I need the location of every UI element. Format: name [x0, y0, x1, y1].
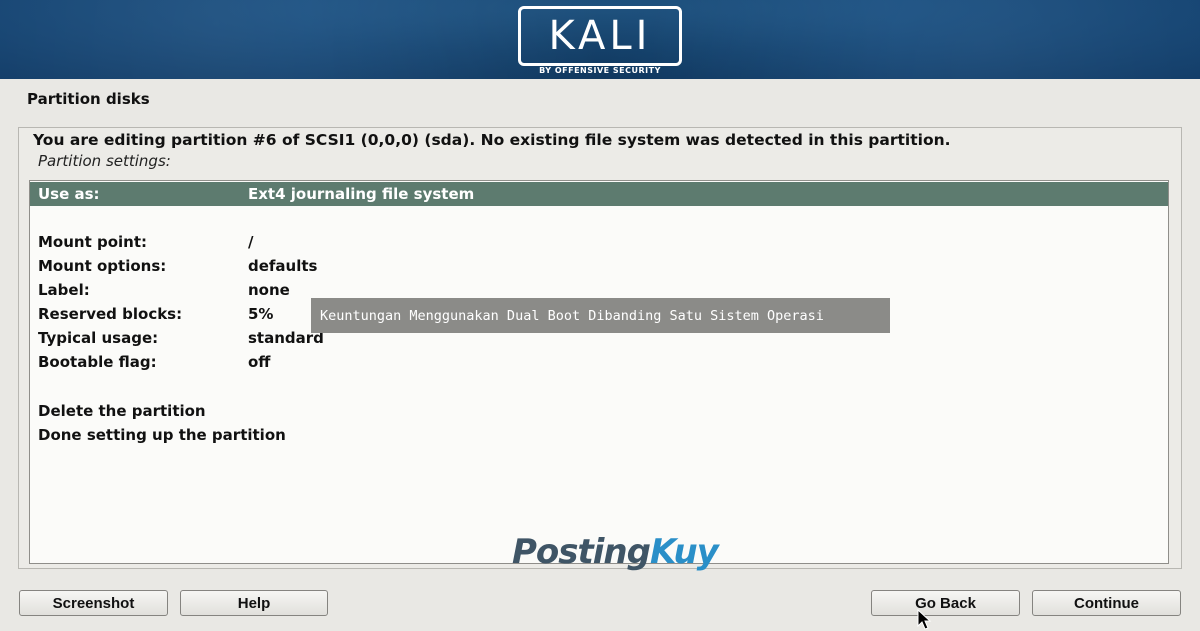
setting-key: Use as:	[38, 185, 100, 203]
list-item-mount-point[interactable]: Mount point: /	[30, 230, 1168, 254]
setting-key: Mount point:	[38, 233, 148, 251]
list-item-done-setting-up[interactable]: Done setting up the partition	[30, 423, 1168, 447]
watermark-part1: Posting	[512, 532, 651, 572]
partition-settings-label: Partition settings:	[38, 152, 171, 170]
help-button[interactable]: Help	[180, 590, 328, 616]
setting-value: 5%	[248, 305, 274, 323]
screenshot-button[interactable]: Screenshot	[19, 590, 168, 616]
setting-key: Typical usage:	[38, 329, 159, 347]
kali-logo-text: KALI	[548, 13, 652, 59]
page-title: Partition disks	[27, 90, 150, 108]
kali-logo-subtitle: BY OFFENSIVE SECURITY	[539, 66, 661, 75]
partition-settings-list[interactable]: Use as: Ext4 journaling file system Moun…	[29, 180, 1169, 564]
go-back-button[interactable]: Go Back	[871, 590, 1020, 616]
setting-key: Mount options:	[38, 257, 167, 275]
list-item-use-as[interactable]: Use as: Ext4 journaling file system	[30, 182, 1168, 206]
setting-key: Label:	[38, 281, 90, 299]
kali-logo: KALI	[518, 6, 682, 66]
action-label: Delete the partition	[38, 402, 206, 420]
overlay-caption: Keuntungan Menggunakan Dual Boot Dibandi…	[311, 298, 890, 333]
setting-key: Reserved blocks:	[38, 305, 183, 323]
list-item-mount-options[interactable]: Mount options: defaults	[30, 254, 1168, 278]
action-label: Done setting up the partition	[38, 426, 286, 444]
setting-value: off	[248, 353, 271, 371]
list-item-delete-partition[interactable]: Delete the partition	[30, 399, 1168, 423]
postingkuy-watermark: PostingKuy	[512, 532, 719, 572]
setting-value: defaults	[248, 257, 318, 275]
list-item-bootable-flag[interactable]: Bootable flag: off	[30, 350, 1168, 374]
setting-value: none	[248, 281, 290, 299]
setting-key: Bootable flag:	[38, 353, 157, 371]
partition-description: You are editing partition #6 of SCSI1 (0…	[33, 131, 951, 149]
watermark-part2: Kuy	[649, 532, 719, 572]
setting-value: Ext4 journaling file system	[248, 185, 475, 203]
continue-button[interactable]: Continue	[1032, 590, 1181, 616]
mouse-pointer-icon	[917, 609, 932, 630]
kali-banner: KALI BY OFFENSIVE SECURITY	[0, 0, 1200, 79]
setting-value: /	[248, 233, 254, 251]
